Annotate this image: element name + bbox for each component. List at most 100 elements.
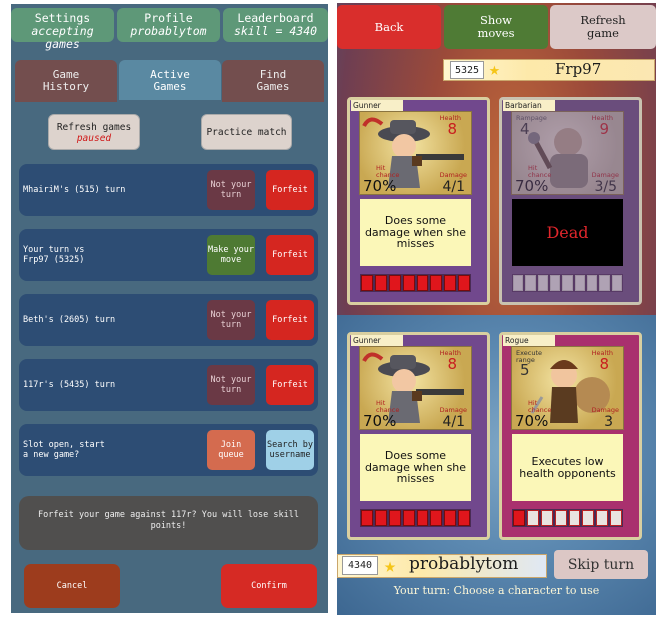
refresh-games-button[interactable]: Refresh games paused [48, 114, 140, 150]
opponent-name: Frp97 [555, 60, 602, 78]
health-pip [610, 510, 622, 526]
hit-chance-value: 70% [515, 412, 549, 430]
health-pip [374, 275, 387, 291]
turn-status: Your turn: Choose a character to use [393, 584, 600, 597]
opponent-card-barbarian: Barbarian Rampage 4 Health 9 Hit chance 7… [499, 97, 642, 305]
star-icon: ★ [489, 59, 500, 80]
search-by-username-button[interactable]: Search by username [266, 430, 314, 470]
health-pip [416, 510, 429, 526]
health-bar [360, 274, 471, 292]
health-pip [416, 275, 429, 291]
cancel-button[interactable]: Cancel [24, 564, 120, 608]
rampage-value: 4 [520, 120, 530, 138]
settings-status: accepting games [31, 24, 94, 51]
health-value: 8 [447, 355, 457, 373]
hit-chance-value: 70% [363, 177, 397, 195]
health-pip [554, 510, 567, 526]
health-pip [361, 275, 373, 291]
health-pip [430, 275, 443, 291]
barbarian-portrait: Rampage 4 Health 9 Hit chance 70% Damage … [511, 111, 624, 195]
damage-value: 3 [604, 414, 613, 430]
game-row: 117r's (5435) turn Not your turn Forfeit [19, 359, 318, 411]
game-row-text: Beth's (2605) turn [23, 315, 116, 325]
join-queue-button[interactable]: Join queue [207, 430, 255, 470]
health-pip [513, 275, 524, 291]
card-name: Gunner [351, 335, 403, 346]
player-card-rogue[interactable]: Rogue Execute range 5 Health 8 Hit chance … [499, 332, 642, 540]
health-pip [458, 510, 470, 526]
health-bar [512, 509, 623, 527]
skip-turn-button[interactable]: Skip turn [554, 550, 648, 579]
game-board-panel: Back Show moves Refresh game 5325 ★ Frp97 … [337, 3, 656, 615]
gunner-portrait: Health 8 Hit chance 70% Damage 4/1 [359, 346, 472, 430]
health-pip [537, 275, 548, 291]
damage-value: 3/5 [594, 179, 617, 195]
opponent-card-gunner[interactable]: Gunner Health 8 Hit chance 70% Damage 4/1… [347, 97, 490, 305]
health-pip [402, 510, 415, 526]
player-name: probablytom [409, 554, 519, 574]
refresh-games-label: Refresh games [56, 122, 132, 133]
refresh-game-button[interactable]: Refresh game [550, 5, 656, 49]
forfeit-button[interactable]: Forfeit [266, 300, 314, 340]
health-pip [374, 510, 387, 526]
practice-match-button[interactable]: Practice match [201, 114, 292, 150]
damage-value: 4/1 [442, 414, 465, 430]
health-bar [360, 509, 471, 527]
health-pip [586, 275, 598, 291]
lobby-panel: Settings accepting games Profile probabl… [11, 4, 328, 613]
forfeit-button[interactable]: Forfeit [266, 365, 314, 405]
damage-value: 4/1 [442, 179, 465, 195]
game-row-text: 117r's (5435) turn [23, 380, 116, 390]
execute-range-value: 5 [520, 361, 530, 379]
not-your-turn-button: Not your turn [207, 300, 255, 340]
tab-game-history[interactable]: Game History [15, 60, 117, 102]
damage-label: Damage [591, 406, 619, 414]
leaderboard-button[interactable]: Leaderboard skill = 4340 [223, 8, 328, 42]
card-name: Barbarian [503, 100, 555, 111]
settings-button[interactable]: Settings accepting games [11, 8, 114, 51]
show-moves-button[interactable]: Show moves [444, 5, 548, 49]
health-pip [596, 510, 609, 526]
health-value: 8 [447, 120, 457, 138]
tab-label: Games [256, 80, 290, 93]
card-name: Gunner [351, 100, 403, 111]
health-pip [402, 275, 415, 291]
refresh-games-status: paused [76, 133, 112, 144]
health-pip [599, 275, 610, 291]
not-your-turn-button: Not your turn [207, 365, 255, 405]
health-pip [430, 510, 443, 526]
forfeit-confirm-dialog: Forfeit your game against 117r? You will… [19, 496, 318, 550]
health-pip [549, 275, 561, 291]
game-row-text: Slot open, start a new game? [23, 440, 105, 460]
back-button[interactable]: Back [337, 5, 441, 49]
game-row: Your turn vs Frp97 (5325) Make your move … [19, 229, 318, 281]
profile-button[interactable]: Profile probablytom [117, 8, 220, 42]
tab-find-games[interactable]: Find Games [222, 60, 324, 102]
star-icon: ★ [384, 553, 397, 577]
profile-username: probablytom [130, 24, 207, 38]
health-pip [444, 275, 457, 291]
forfeit-button[interactable]: Forfeit [266, 235, 314, 275]
game-row-text: Your turn vs Frp97 (5325) [23, 245, 85, 265]
player-score: 4340 [342, 556, 378, 575]
game-row: Beth's (2605) turn Not your turn Forfeit [19, 294, 318, 346]
health-pip [582, 510, 595, 526]
tab-active-games[interactable]: Active Games [119, 60, 221, 104]
tab-label: Games [153, 80, 187, 93]
health-pip [540, 510, 553, 526]
game-row: MhairiM's (515) turn Not your turn Forfe… [19, 164, 318, 216]
rogue-portrait: Execute range 5 Health 8 Hit chance 70% Da… [511, 346, 624, 430]
health-pip [526, 510, 539, 526]
confirm-button[interactable]: Confirm [221, 564, 317, 608]
make-your-move-button[interactable]: Make your move [207, 235, 255, 275]
practice-match-label: Practice match [206, 126, 287, 138]
health-pip [574, 275, 585, 291]
player-card-gunner[interactable]: Gunner Health 8 Hit chance 70% Damage 4/1… [347, 332, 490, 540]
health-value: 8 [599, 355, 609, 373]
hit-chance-value: 70% [515, 177, 549, 195]
forfeit-button[interactable]: Forfeit [266, 170, 314, 210]
damage-label: Damage [591, 171, 619, 179]
tab-bar: Game History Active Games Find Games [15, 60, 324, 104]
opponent-score: 5325 [450, 61, 484, 79]
not-your-turn-button: Not your turn [207, 170, 255, 210]
